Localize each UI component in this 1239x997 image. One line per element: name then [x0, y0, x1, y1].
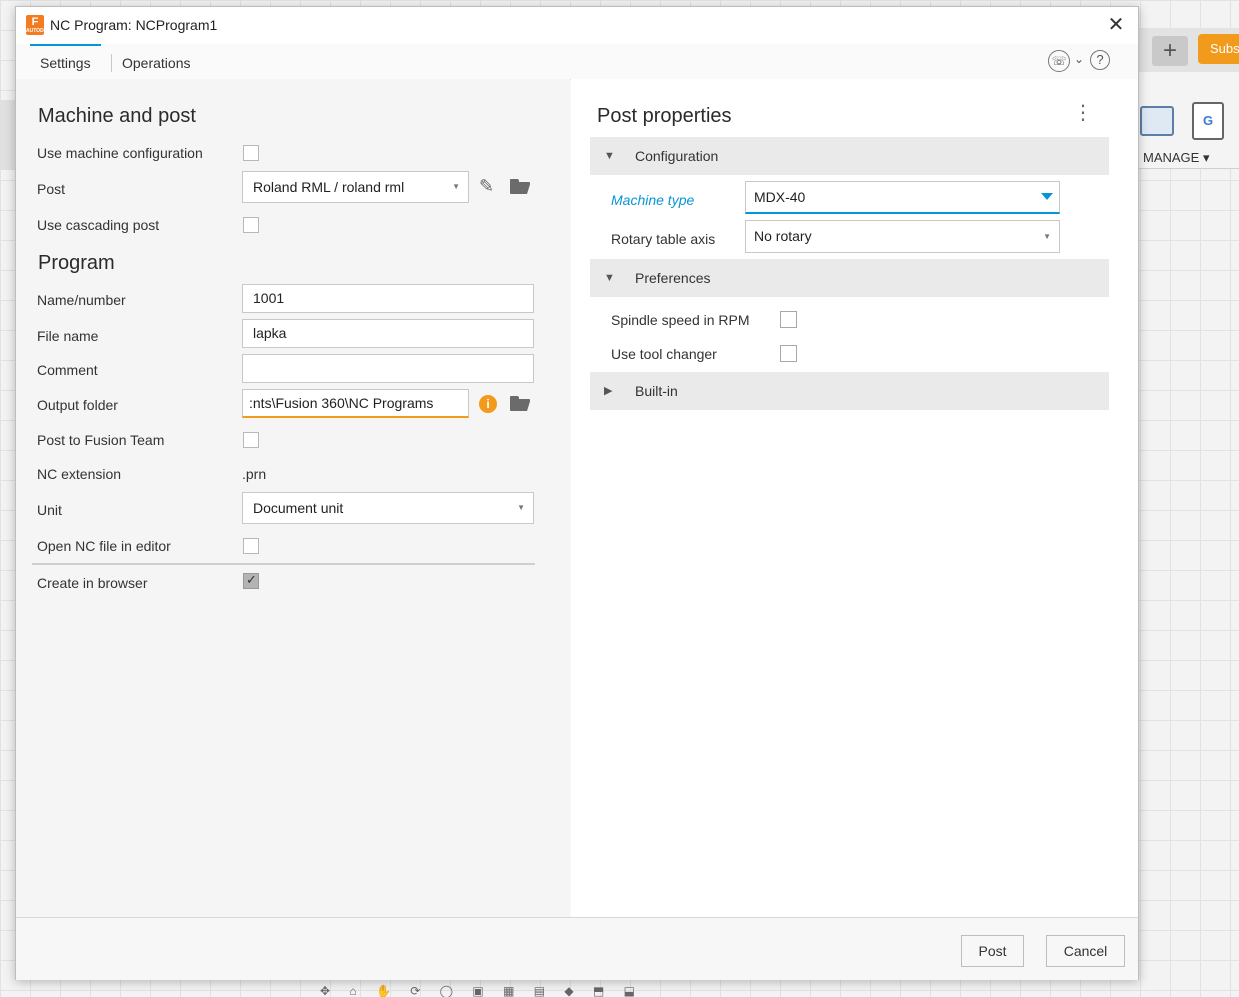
use-cascading-post-label: Use cascading post	[37, 217, 160, 233]
manage-menu[interactable]: MANAGE ▾	[1143, 150, 1209, 166]
expand-triangle-icon: ▶	[604, 385, 613, 397]
post-properties-pane: Post properties ⋮ ▼ Configuration Machin…	[571, 79, 1138, 917]
dialog-titlebar: F AUTODESK NC Program: NCProgram1 ✕	[16, 7, 1138, 44]
post-label: Post	[37, 181, 66, 197]
use-cascading-post-checkbox[interactable]	[243, 217, 259, 233]
info-icon[interactable]: i	[479, 395, 497, 413]
rotary-table-axis-label: Rotary table axis	[611, 231, 716, 247]
phone-icon[interactable]: ☏	[1048, 50, 1070, 72]
new-tab-button[interactable]: +	[1152, 36, 1188, 66]
preferences-group-header[interactable]: ▼ Preferences	[590, 259, 1109, 297]
use-tool-changer-label: Use tool changer	[611, 346, 717, 362]
create-in-browser-checkbox[interactable]	[243, 572, 259, 589]
unit-label: Unit	[37, 502, 62, 518]
tab-operations[interactable]: Operations	[122, 44, 190, 78]
machine-type-label: Machine type	[611, 192, 695, 208]
chevron-down-icon[interactable]: ⌄	[1074, 52, 1086, 66]
machine-library-icon[interactable]	[1140, 106, 1174, 136]
post-select[interactable]: Roland RML / roland rml ▼	[242, 171, 469, 203]
cancel-button[interactable]: Cancel	[1046, 935, 1125, 967]
comment-label: Comment	[37, 362, 98, 378]
edit-post-icon[interactable]: ✎	[479, 177, 497, 195]
post-button[interactable]: Post	[961, 935, 1024, 967]
machine-and-post-title: Machine and post	[38, 105, 196, 127]
spindle-speed-in-rpm-checkbox[interactable]	[780, 311, 797, 328]
dropdown-caret-icon: ▼	[517, 503, 525, 512]
file-name-input[interactable]: lapka	[242, 319, 534, 348]
name-number-label: Name/number	[37, 292, 126, 308]
built-in-group-label: Built-in	[635, 383, 678, 399]
name-number-input[interactable]: 1001	[242, 284, 534, 313]
dialog-tabs: Settings Operations ☏ ⌄ ?	[16, 44, 1138, 80]
machine-type-select[interactable]: MDX-40	[745, 181, 1060, 214]
dialog-title: NC Program: NCProgram1	[50, 17, 218, 33]
rotary-table-axis-select[interactable]: No rotary ▼	[745, 220, 1060, 253]
post-to-fusion-team-label: Post to Fusion Team	[37, 432, 165, 448]
more-options-icon[interactable]: ⋮	[1073, 101, 1093, 125]
output-folder-label: Output folder	[37, 397, 118, 413]
dropdown-caret-icon: ▼	[1043, 232, 1051, 241]
dropdown-caret-icon	[1041, 193, 1053, 200]
use-machine-configuration-label: Use machine configuration	[37, 145, 203, 161]
unit-select-value: Document unit	[253, 500, 344, 516]
fusion-app-icon: F AUTODESK	[26, 15, 54, 35]
app-left-toolbar	[0, 100, 16, 170]
open-nc-file-in-editor-checkbox[interactable]	[243, 538, 259, 554]
browse-output-folder-icon[interactable]	[510, 396, 532, 412]
section-divider	[32, 563, 535, 565]
open-nc-file-in-editor-label: Open NC file in editor	[37, 538, 171, 554]
output-folder-input[interactable]: :nts\Fusion 360\NC Programs	[242, 389, 469, 418]
post-library-icon[interactable]: G	[1192, 102, 1224, 140]
rotary-table-axis-value: No rotary	[754, 228, 812, 244]
machine-type-value: MDX-40	[754, 189, 806, 205]
configuration-group-label: Configuration	[635, 148, 719, 164]
collapse-triangle-icon: ▼	[604, 150, 615, 162]
unit-select[interactable]: Document unit ▼	[242, 492, 534, 524]
close-button[interactable]: ✕	[1104, 13, 1128, 37]
program-title: Program	[38, 252, 115, 274]
dialog-footer: Post Cancel	[16, 917, 1138, 980]
create-in-browser-label: Create in browser	[37, 575, 148, 591]
dropdown-caret-icon: ▼	[452, 182, 460, 191]
subscribe-button[interactable]: Subs	[1198, 34, 1239, 64]
post-to-fusion-team-checkbox[interactable]	[243, 432, 259, 448]
use-machine-configuration-checkbox[interactable]	[243, 145, 259, 161]
open-post-folder-icon[interactable]	[510, 179, 532, 195]
post-select-value: Roland RML / roland rml	[253, 179, 405, 195]
file-name-label: File name	[37, 328, 99, 344]
comment-input[interactable]	[242, 354, 534, 383]
settings-pane: Machine and post Use machine configurati…	[16, 79, 570, 917]
nc-extension-value: .prn	[242, 466, 267, 482]
tab-separator	[111, 54, 112, 72]
post-properties-title: Post properties	[597, 105, 732, 127]
help-icon[interactable]: ?	[1090, 50, 1110, 70]
spindle-speed-in-rpm-label: Spindle speed in RPM	[611, 312, 750, 328]
tab-settings[interactable]: Settings	[30, 44, 101, 78]
nc-extension-label: NC extension	[37, 466, 122, 482]
use-tool-changer-checkbox[interactable]	[780, 345, 797, 362]
nc-program-dialog: F AUTODESK NC Program: NCProgram1 ✕ Setti…	[15, 6, 1139, 980]
navigation-toolbar: ✥ ⌂ ✋ ⟳ ◯ ▣ ▦ ▤ ◆ ⬒ ⬓	[320, 984, 643, 997]
collapse-triangle-icon: ▼	[604, 272, 615, 284]
preferences-group-label: Preferences	[635, 270, 711, 286]
built-in-group-header[interactable]: ▶ Built-in	[590, 372, 1109, 410]
configuration-group-header[interactable]: ▼ Configuration	[590, 137, 1109, 175]
